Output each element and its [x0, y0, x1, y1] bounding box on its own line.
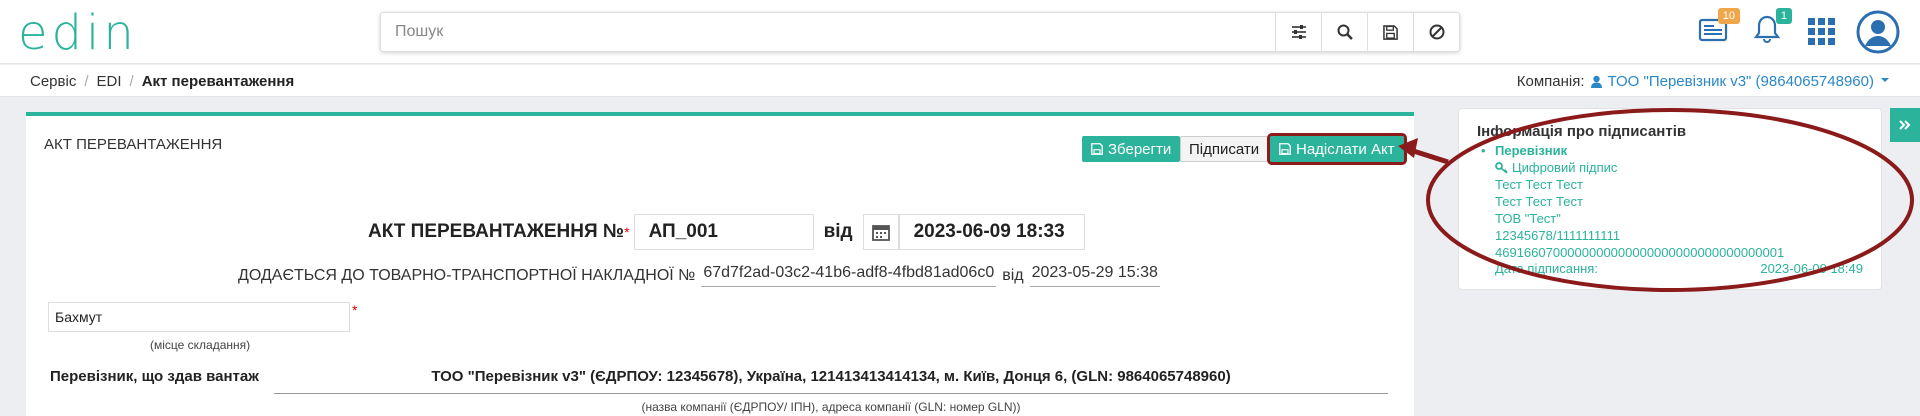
waybill-date-field[interactable]: 2023-05-29 15:38	[1029, 264, 1160, 287]
sign-button[interactable]: Підписати	[1180, 136, 1269, 162]
panel-title: АКТ ПЕРЕВАНТАЖЕННЯ	[44, 136, 223, 153]
signing-date-label: Дата підписання:	[1495, 261, 1598, 276]
signers-title: Інформація про підписантів	[1477, 123, 1687, 140]
user-avatar-icon	[1856, 10, 1900, 54]
place-value: Бахмут	[55, 309, 103, 325]
waybill-number-field[interactable]: 67d7f2ad-03c2-41b6-adf8-4fbd81ad06c0	[701, 264, 997, 287]
notifications-button[interactable]: 1	[1753, 8, 1792, 49]
signer-line: 4691660700000000000000000000000000000001	[1495, 245, 1785, 260]
double-chevron-right-icon	[1899, 120, 1911, 130]
signer-line: 12345678/1111111111	[1495, 228, 1621, 243]
settings-sliders-icon	[1291, 25, 1306, 39]
required-marker: *	[352, 302, 358, 318]
user-menu-button[interactable]	[1856, 10, 1900, 59]
company-value[interactable]: ТОО "Перевізник v3" (9864065748960)	[1608, 73, 1874, 90]
act-date-field[interactable]: 2023-06-09 18:33	[898, 214, 1085, 250]
waybill-row: ДОДАЄТЬСЯ ДО ТОВАРНО-ТРАНСПОРТНОЇ НАКЛАД…	[238, 264, 1160, 287]
key-icon	[1495, 161, 1508, 174]
signer-line: Тест Тест Тест	[1495, 194, 1583, 209]
waybill-label: ДОДАЄТЬСЯ ДО ТОВАРНО-ТРАНСПОРТНОЇ НАКЛАД…	[238, 266, 696, 284]
edin-logo[interactable]: edin	[18, 5, 138, 61]
breadcrumb-bar: Сервіс / EDI / Акт перевантаження Компан…	[0, 65, 1920, 97]
save-icon	[1279, 143, 1291, 155]
save-icon	[1091, 143, 1103, 155]
carrier-label: Перевізник, що здав вантаж	[50, 368, 259, 385]
notifications-count-badge: 1	[1775, 8, 1792, 24]
breadcrumb-separator: /	[84, 73, 89, 90]
user-icon	[1590, 75, 1602, 88]
signature-type-row: Цифровий підпис	[1495, 159, 1784, 176]
place-hint: (місце складання)	[150, 338, 251, 352]
waybill-from-label: від	[1002, 266, 1024, 284]
save-search-button[interactable]	[1367, 13, 1413, 51]
send-act-button-label: Надіслати Акт	[1296, 140, 1395, 158]
signing-date-value: 2023-06-09 18:49	[1760, 261, 1863, 276]
apps-grid-icon	[1808, 18, 1835, 45]
save-icon	[1383, 24, 1398, 40]
list-bullet: •	[1481, 143, 1486, 158]
act-title-row: АКТ ПЕРЕВАНТАЖЕННЯ № * АП_001 від 2023-0…	[368, 214, 1085, 250]
company-label: Компанія:	[1516, 73, 1585, 90]
act-number-value: АП_001	[648, 221, 718, 242]
breadcrumb: Сервіс / EDI / Акт перевантаження	[30, 73, 294, 90]
document-panel: АКТ ПЕРЕВАНТАЖЕННЯ Зберегти Підписати На…	[26, 112, 1414, 416]
search-button[interactable]	[1321, 13, 1367, 51]
breadcrumb-item-current: Акт перевантаження	[141, 73, 295, 90]
save-button[interactable]: Зберегти	[1082, 136, 1181, 162]
documents-count-badge: 10	[1717, 8, 1740, 24]
required-marker: *	[624, 224, 630, 240]
signer-entry: • Перевізник Цифровий підпис Тест Тест Т…	[1481, 142, 1785, 261]
signers-info-card: Інформація про підписантів • Перевізник …	[1458, 108, 1882, 290]
send-act-button[interactable]: Надіслати Акт	[1267, 133, 1407, 165]
calendar-icon	[871, 225, 890, 241]
sign-button-label: Підписати	[1189, 140, 1260, 158]
breadcrumb-item-service[interactable]: Сервіс	[30, 73, 76, 90]
filter-button[interactable]	[1275, 13, 1321, 51]
search-icon	[1337, 24, 1353, 40]
search-bar	[380, 12, 1460, 52]
calendar-button[interactable]	[862, 214, 899, 250]
company-selector[interactable]: Компанія: ТОО "Перевізник v3" (986406574…	[1517, 73, 1890, 90]
signer-line: Тест Тест Тест	[1495, 177, 1583, 192]
carrier-hint: (назва компанії (ЄДРПОУ/ ІПН), адреса ко…	[641, 400, 1021, 414]
top-bar: edin 10 1	[0, 0, 1920, 64]
signer-role: Перевізник	[1495, 143, 1568, 158]
search-input[interactable]	[381, 13, 1275, 51]
signature-type: Цифровий підпис	[1512, 160, 1618, 175]
signer-line: ТОВ "Тест"	[1495, 211, 1561, 226]
apps-button[interactable]	[1808, 18, 1836, 51]
save-button-label: Зберегти	[1108, 140, 1172, 158]
caret-down-icon	[1881, 78, 1889, 82]
documents-button[interactable]: 10	[1698, 8, 1740, 47]
act-date-value: 2023-06-09 18:33	[913, 221, 1065, 242]
carrier-underline	[274, 393, 1388, 394]
place-input[interactable]: Бахмут	[48, 302, 350, 332]
clear-search-button[interactable]	[1413, 13, 1459, 51]
block-icon	[1429, 24, 1444, 40]
act-from-label: від	[823, 221, 853, 242]
act-number-field[interactable]: АП_001	[633, 214, 814, 250]
breadcrumb-separator: /	[129, 73, 134, 90]
breadcrumb-item-edi[interactable]: EDI	[97, 73, 122, 90]
carrier-value[interactable]: ТОО "Перевізник v3" (ЄДРПОУ: 12345678), …	[274, 368, 1388, 385]
act-title: АКТ ПЕРЕВАНТАЖЕННЯ №	[368, 221, 625, 242]
logo-text: edin	[18, 5, 138, 61]
expand-sidebar-button[interactable]	[1890, 108, 1920, 142]
